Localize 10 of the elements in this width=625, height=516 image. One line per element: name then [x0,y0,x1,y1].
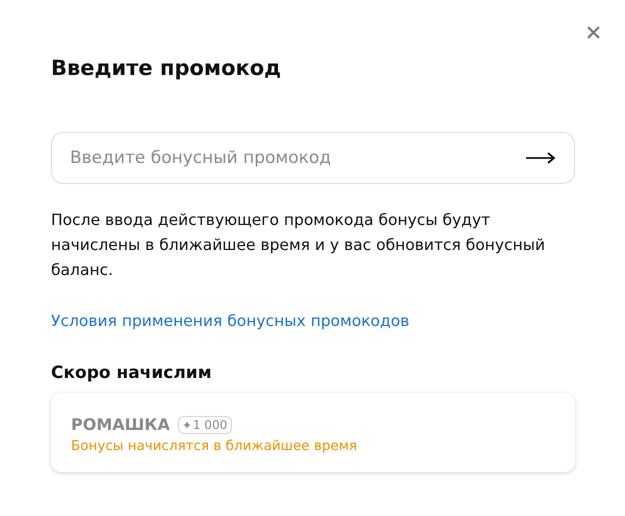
description-text: После ввода действующего промокода бонусы будут начислены в ближайшее время и у вас обновится бонусный баланс. [51,210,546,281]
status-text: Бонусы начислятся в ближайшее время [71,438,358,454]
promo-code: РОМАШКА [71,415,170,434]
promo-code-field[interactable]: Введите бонусный промокод [51,132,575,184]
bonus-badge: 1 000 [178,416,232,434]
terms-link[interactable]: Условия применения бонусных промокодов [51,312,410,330]
close-icon[interactable] [587,26,600,39]
submit-arrow-icon[interactable] [526,152,556,164]
dialog-title: Введите промокод [51,55,282,82]
section-heading: Скоро начислим [51,363,213,383]
